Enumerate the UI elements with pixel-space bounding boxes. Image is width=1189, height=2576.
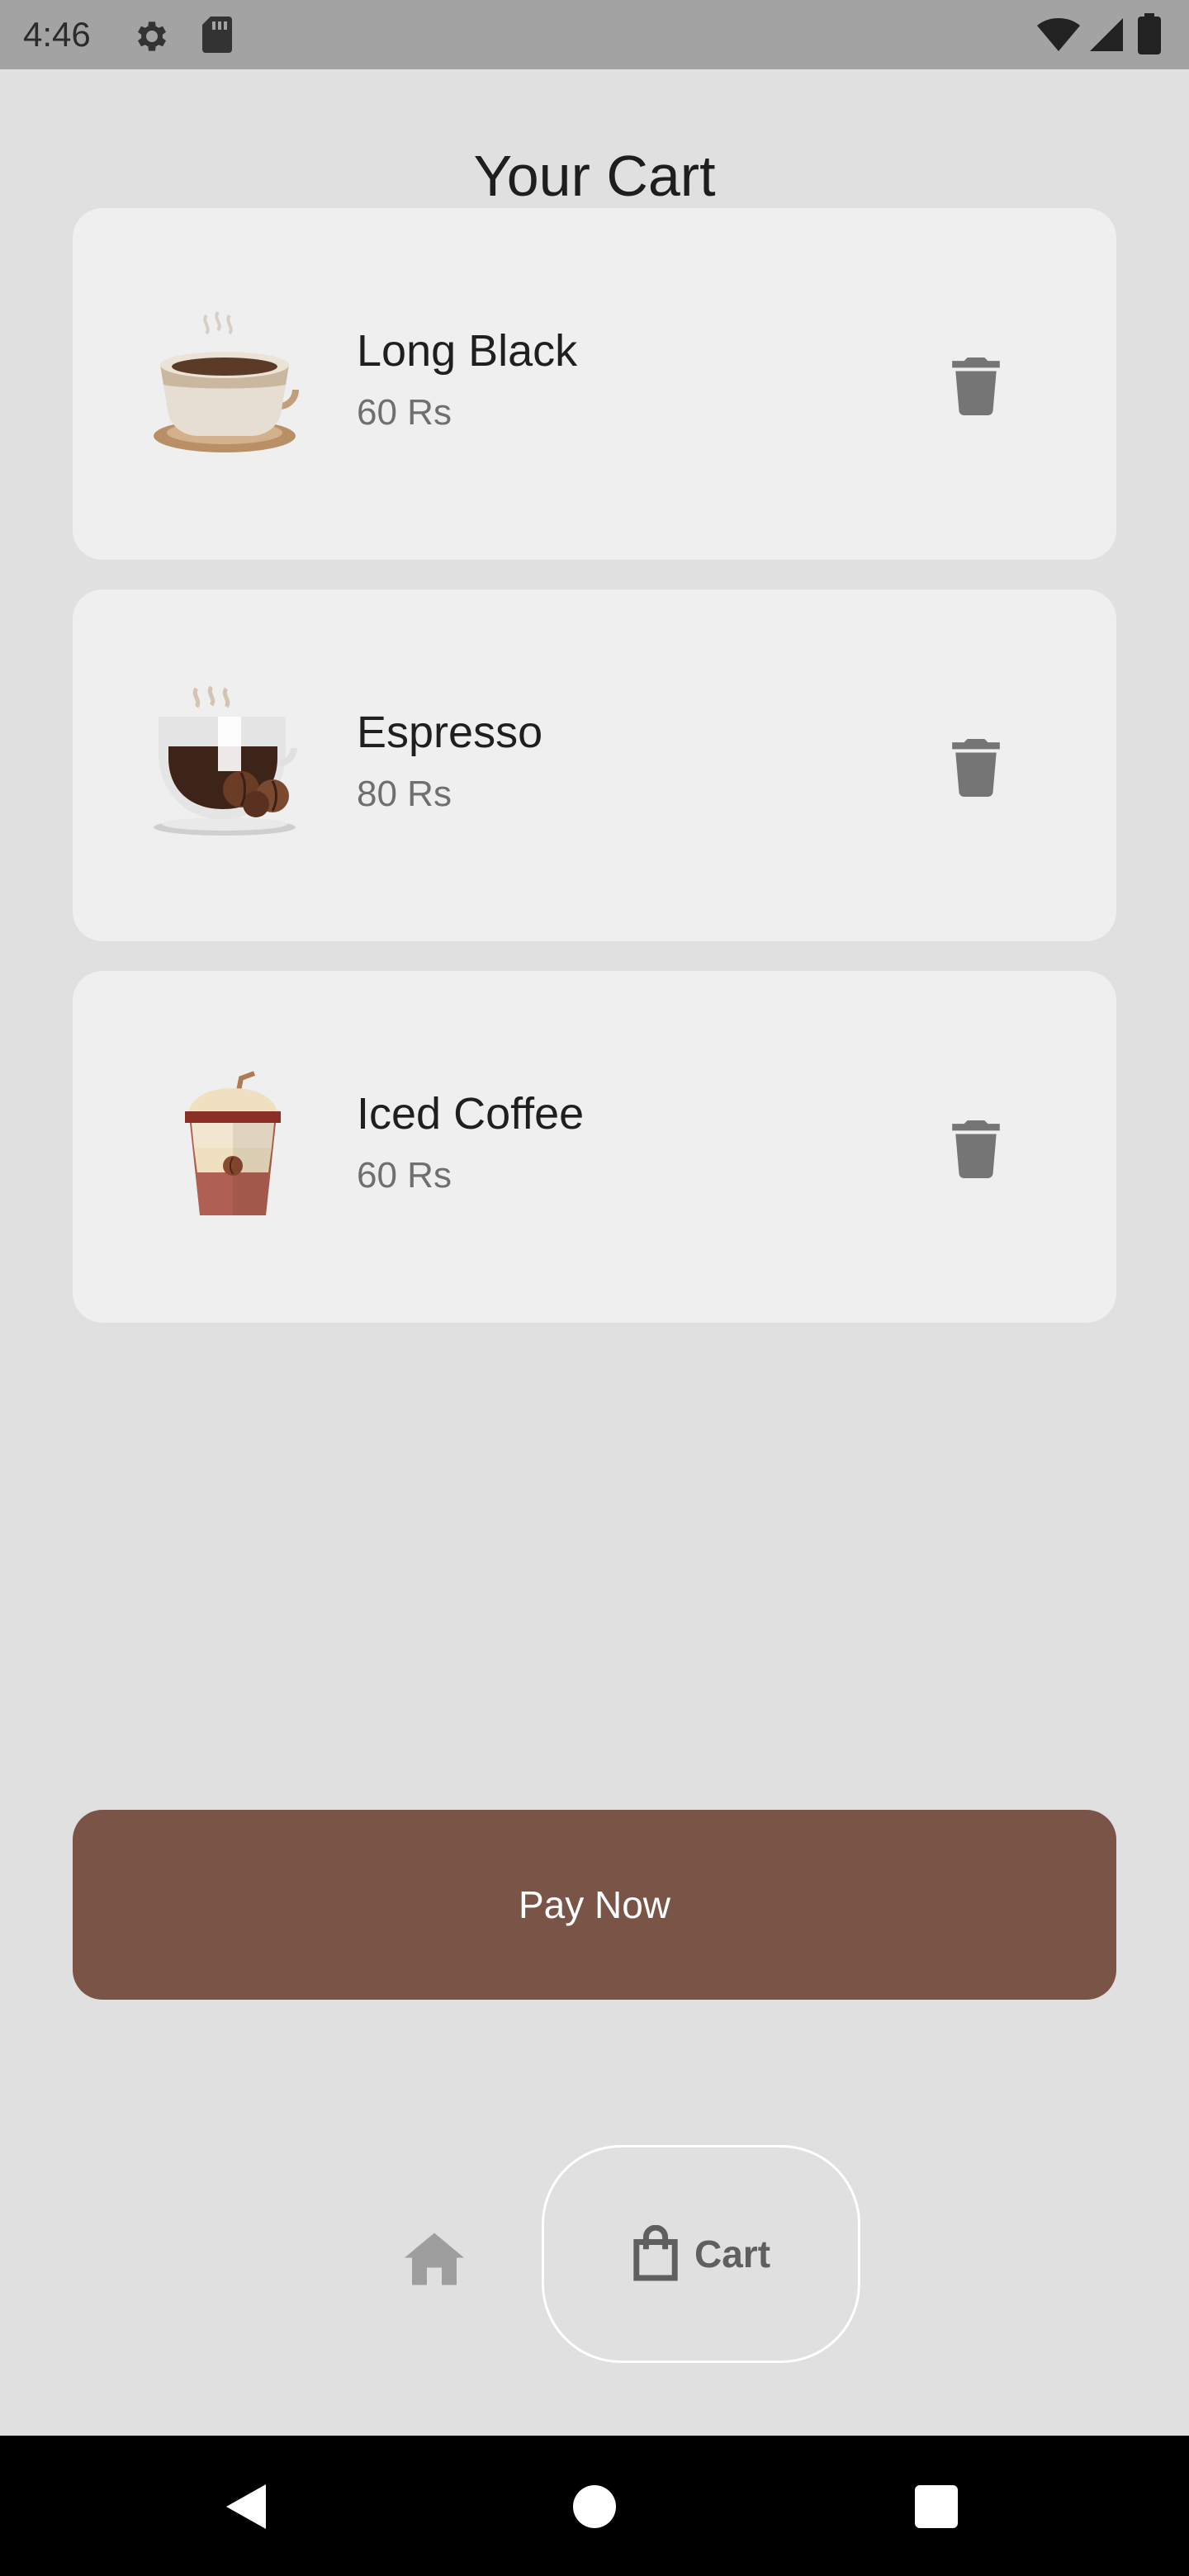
trash-icon <box>952 739 1000 797</box>
delete-item-button[interactable] <box>943 1116 1009 1182</box>
shopping-bag-icon <box>633 2225 678 2281</box>
item-name: Iced Coffee <box>357 1089 585 1139</box>
bottom-nav: Cart <box>0 2130 1189 2378</box>
hot-coffee-cup-icon <box>154 310 299 452</box>
item-price: 60 Rs <box>357 392 452 433</box>
trash-icon <box>952 358 1000 415</box>
espresso-cup-icon <box>154 685 297 836</box>
pay-now-button[interactable]: Pay Now <box>73 1810 1116 2000</box>
status-time: 4:46 <box>23 15 91 54</box>
nav-home-tab[interactable] <box>396 2221 472 2297</box>
status-bar: 4:46 <box>0 0 1189 69</box>
iced-coffee-icon <box>185 1071 281 1215</box>
recents-button[interactable] <box>915 2485 958 2528</box>
signal-icon <box>1090 18 1123 51</box>
cart-item-card: Long Black 60 Rs <box>73 208 1116 560</box>
delete-item-button[interactable] <box>943 735 1009 801</box>
system-home-button[interactable] <box>573 2485 616 2528</box>
back-icon[interactable] <box>221 2482 271 2531</box>
item-name: Espresso <box>357 708 543 757</box>
item-name: Long Black <box>357 326 578 376</box>
gear-icon <box>138 21 166 51</box>
item-price: 60 Rs <box>357 1155 452 1196</box>
nav-cart-label: Cart <box>694 2233 771 2275</box>
page-title: Your Cart <box>473 144 716 208</box>
nav-cart-tab[interactable]: Cart <box>542 2145 860 2363</box>
wifi-icon <box>1037 18 1080 51</box>
delete-item-button[interactable] <box>943 353 1009 419</box>
cart-item-card: Iced Coffee 60 Rs <box>73 971 1116 1323</box>
cart-item-card: Espresso 80 Rs <box>73 590 1116 941</box>
trash-icon <box>952 1120 1000 1178</box>
item-price: 80 Rs <box>357 774 452 814</box>
system-nav-bar <box>0 2436 1189 2576</box>
home-icon <box>405 2233 464 2285</box>
battery-icon <box>1138 13 1161 54</box>
sd-card-icon <box>202 17 232 53</box>
